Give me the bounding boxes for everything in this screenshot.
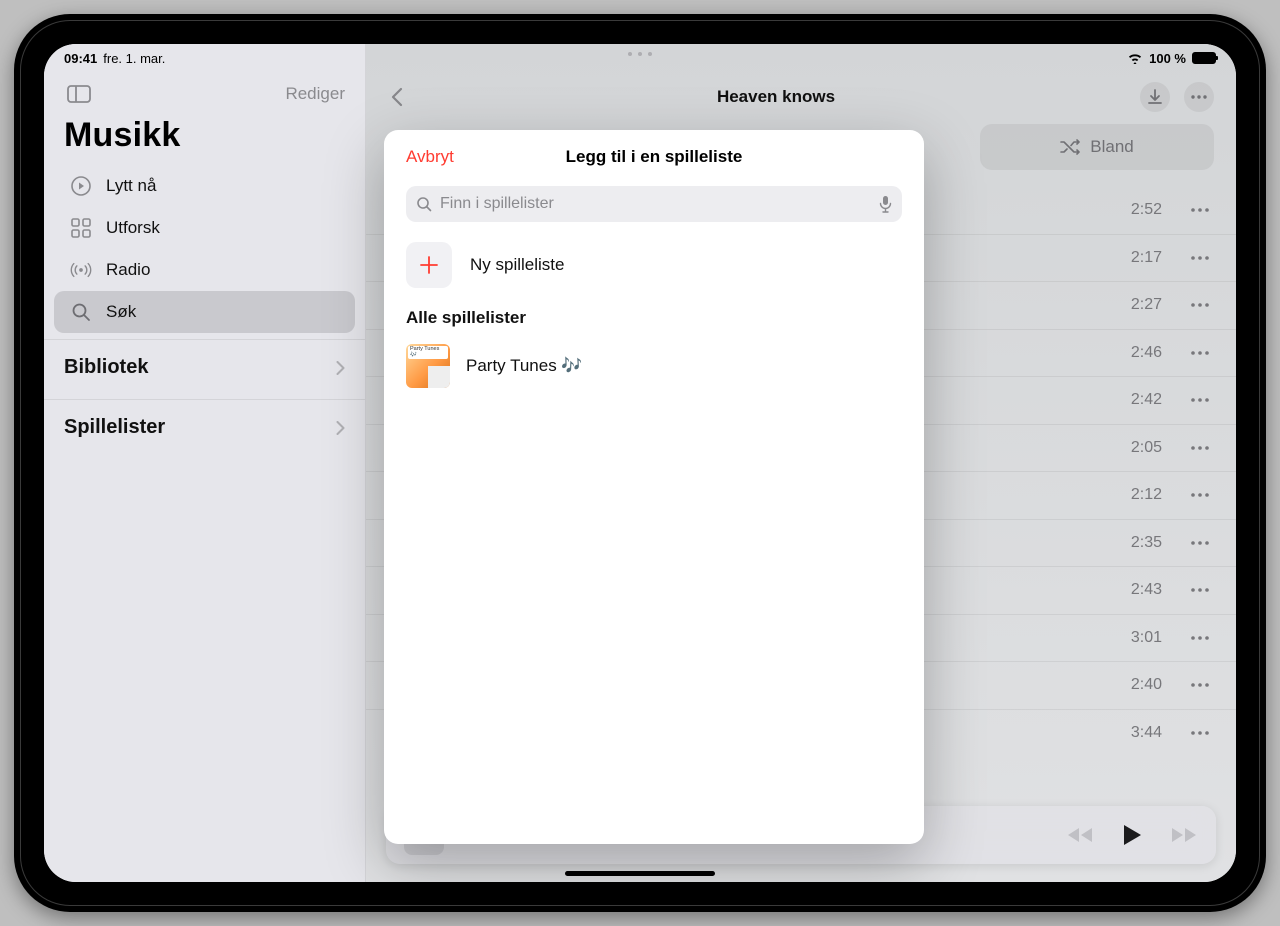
sidebar-item-radio[interactable]: Radio — [54, 249, 355, 291]
wifi-icon — [1127, 52, 1143, 64]
multitask-dots[interactable] — [628, 52, 652, 56]
sidebar-toggle-icon[interactable] — [64, 82, 94, 106]
sidebar-item-label: Utforsk — [106, 218, 160, 238]
app-title: Musikk — [44, 110, 365, 165]
sidebar-section-library[interactable]: Bibliotek — [44, 342, 365, 393]
status-date: fre. 1. mar. — [103, 51, 165, 66]
new-playlist-row[interactable]: Ny spilleliste — [406, 222, 902, 304]
playlist-artwork: Party Tunes 🎶 — [406, 344, 450, 388]
add-to-playlist-modal: Avbryt Legg til i en spilleliste Finn i … — [384, 130, 924, 844]
ipad-device-frame: 09:41 fre. 1. mar. 100 % Rediger Musikk — [14, 14, 1266, 912]
battery-icon — [1192, 52, 1216, 64]
battery-text: 100 % — [1149, 51, 1186, 66]
sidebar-item-browse[interactable]: Utforsk — [54, 207, 355, 249]
cancel-button[interactable]: Avbryt — [406, 147, 454, 167]
new-playlist-label: Ny spilleliste — [470, 255, 564, 275]
edit-button[interactable]: Rediger — [285, 84, 345, 104]
plus-icon — [406, 242, 452, 288]
chevron-right-icon — [336, 421, 345, 435]
search-icon — [416, 196, 432, 212]
sidebar-item-listen-now[interactable]: Lytt nå — [54, 165, 355, 207]
home-indicator[interactable] — [565, 871, 715, 876]
search-placeholder: Finn i spillelister — [440, 195, 871, 213]
playlist-name: Party Tunes 🎶 — [466, 356, 583, 376]
sidebar-item-label: Radio — [106, 260, 150, 280]
radio-icon — [70, 259, 92, 281]
search-icon — [70, 301, 92, 323]
search-input[interactable]: Finn i spillelister — [406, 186, 902, 222]
section-label: Spillelister — [64, 416, 165, 439]
modal-title: Legg til i en spilleliste — [406, 147, 902, 167]
grid-icon — [70, 217, 92, 239]
sidebar-item-search[interactable]: Søk — [54, 291, 355, 333]
playlist-art-tag: Party Tunes 🎶 — [408, 346, 448, 359]
mic-icon[interactable] — [879, 195, 892, 213]
screen: 09:41 fre. 1. mar. 100 % Rediger Musikk — [44, 44, 1236, 882]
playlist-row[interactable]: Party Tunes 🎶 Party Tunes 🎶 — [406, 338, 902, 394]
play-circle-icon — [70, 175, 92, 197]
status-bar: 09:41 fre. 1. mar. 100 % — [44, 44, 1236, 68]
chevron-right-icon — [336, 361, 345, 375]
section-label: Bibliotek — [64, 356, 148, 379]
all-playlists-header: Alle spillelister — [406, 304, 902, 338]
sidebar: Rediger Musikk Lytt nå Utforsk Radio — [44, 44, 366, 882]
status-time: 09:41 — [64, 51, 97, 66]
sidebar-item-label: Lytt nå — [106, 176, 156, 196]
sidebar-item-label: Søk — [106, 302, 136, 322]
sidebar-section-playlists[interactable]: Spillelister — [44, 402, 365, 453]
